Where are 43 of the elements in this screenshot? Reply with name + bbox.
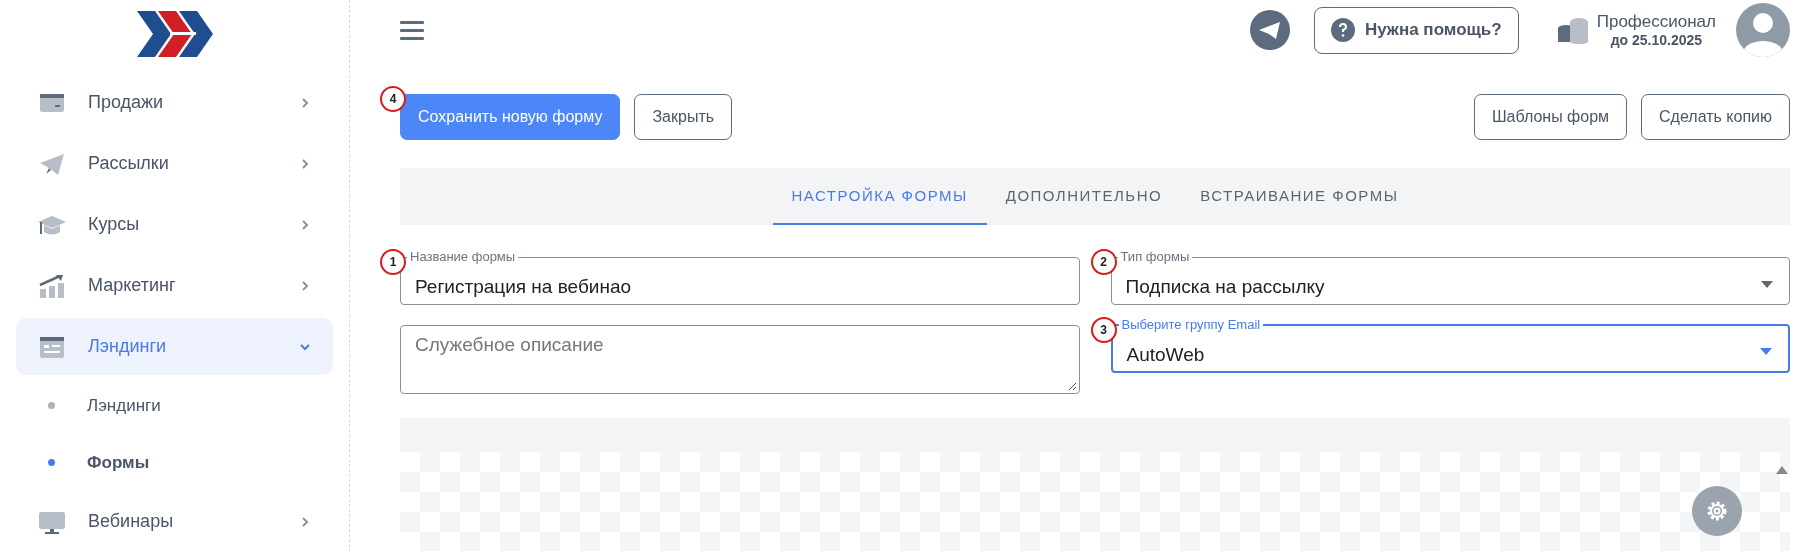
chevron-icon bbox=[299, 515, 311, 528]
plan-name: Профессионал bbox=[1596, 12, 1716, 32]
logo-icon bbox=[136, 11, 213, 57]
resize-handle-icon bbox=[1067, 382, 1077, 391]
chevron-icon bbox=[299, 157, 311, 170]
avatar-icon[interactable] bbox=[1736, 3, 1790, 57]
dropdown-caret-icon bbox=[1760, 348, 1772, 355]
tab[interactable]: НАСТРОЙКА ФОРМЫ bbox=[772, 168, 987, 225]
help-icon bbox=[1330, 18, 1355, 42]
settings-icon bbox=[1705, 499, 1729, 523]
sidebar-item[interactable]: Вебинары bbox=[16, 493, 333, 550]
sidebar-item[interactable]: Курсы bbox=[16, 196, 333, 253]
sidebar-item[interactable]: Продажи bbox=[16, 74, 333, 131]
tab[interactable]: ДОПОЛНИТЕЛЬНО bbox=[986, 168, 1182, 225]
action-button[interactable]: Сделать копию bbox=[1641, 94, 1790, 140]
action-button[interactable]: Закрыть bbox=[634, 94, 733, 140]
text-field[interactable]: Название формы Регистрация на вебинао bbox=[400, 250, 1080, 305]
dropdown-caret-icon bbox=[1761, 280, 1773, 288]
plan-expiry: до 25.10.2025 bbox=[1610, 31, 1703, 48]
sidebar-item[interactable]: Рассылки bbox=[16, 135, 333, 192]
step-marker: 1 bbox=[380, 249, 406, 275]
help-button[interactable]: Нужна помощь? bbox=[1313, 6, 1519, 54]
chevron-icon bbox=[299, 279, 311, 292]
chevron-icon bbox=[299, 218, 311, 231]
scroll-up-icon[interactable] bbox=[1776, 466, 1788, 474]
sidebar-subitem[interactable]: Формы bbox=[0, 434, 349, 491]
tab[interactable]: ВСТРАИВАНИЕ ФОРМЫ bbox=[1181, 168, 1418, 225]
dropdown[interactable]: Выберите группу Email AutoWeb bbox=[1110, 318, 1790, 373]
chevron-icon bbox=[299, 96, 311, 109]
description-field[interactable]: Служебное описание bbox=[400, 325, 1080, 394]
sidebar-item[interactable]: Лэндинги bbox=[16, 318, 333, 375]
step-marker: 4 bbox=[380, 86, 406, 112]
field-label: Тип формы bbox=[1119, 250, 1191, 264]
coins-icon bbox=[1556, 16, 1589, 44]
step-marker: 3 bbox=[1090, 317, 1117, 343]
sidebar-item[interactable]: Маркетинг bbox=[16, 257, 333, 314]
step-marker: 2 bbox=[1090, 249, 1117, 275]
telegram-icon[interactable] bbox=[1249, 10, 1290, 50]
action-button[interactable]: Шаблоны форм bbox=[1473, 94, 1628, 140]
sidebar-subitem[interactable]: Лэндинги bbox=[0, 377, 349, 434]
field-label: Название формы bbox=[409, 250, 517, 264]
dropdown[interactable]: Тип формы Подписка на рассылку bbox=[1110, 250, 1790, 305]
field-label: Выберите группу Email bbox=[1120, 318, 1262, 332]
